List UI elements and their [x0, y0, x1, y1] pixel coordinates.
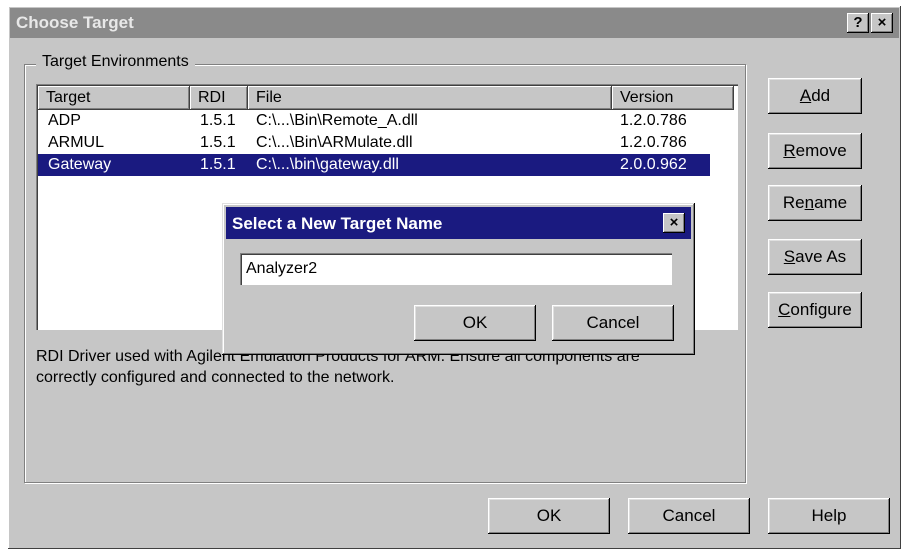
cell-version: 2.0.0.962: [620, 156, 687, 173]
table-row[interactable]: ADP 1.5.1 C:\...\Bin\Remote_A.dll 1.2.0.…: [38, 110, 710, 132]
cell-file: C:\...\Bin\ARMulate.dll: [256, 134, 413, 151]
save-as-accelerator: S: [783, 247, 796, 266]
column-header-file[interactable]: File: [248, 86, 612, 110]
cell-version: 1.2.0.786: [620, 112, 687, 129]
cancel-button[interactable]: Cancel: [628, 498, 750, 534]
rename-accelerator: n: [804, 193, 815, 212]
cell-rdi: 1.5.1: [200, 134, 236, 151]
dialog-close-icon[interactable]: ×: [663, 213, 685, 233]
close-icon[interactable]: ×: [871, 13, 893, 33]
ok-button[interactable]: OK: [488, 498, 610, 534]
column-header-rdi[interactable]: RDI: [190, 86, 248, 110]
window-titlebar[interactable]: Choose Target ? ×: [10, 8, 899, 38]
cell-target: Gateway: [48, 156, 112, 173]
cell-target: ADP: [48, 112, 81, 129]
remove-accelerator: R: [783, 141, 796, 160]
table-row[interactable]: ARMUL 1.5.1 C:\...\Bin\ARMulate.dll 1.2.…: [38, 132, 710, 154]
help-icon[interactable]: ?: [847, 13, 869, 33]
add-button[interactable]: Add: [768, 78, 862, 114]
save-as-label-rest: ave As: [795, 247, 847, 266]
rename-label-rest: ame: [814, 193, 848, 212]
column-header-version[interactable]: Version: [612, 86, 734, 110]
cell-rdi: 1.5.1: [200, 156, 236, 173]
dialog-ok-button[interactable]: OK: [414, 305, 536, 341]
add-label-rest: dd: [811, 86, 831, 105]
rename-button[interactable]: Rename: [768, 185, 862, 221]
group-label: Target Environments: [36, 53, 195, 71]
cell-version: 1.2.0.786: [620, 134, 687, 151]
dialog-title: Select a New Target Name: [232, 214, 443, 233]
description-line-2: correctly configured and connected to th…: [36, 369, 395, 386]
configure-accelerator: C: [778, 300, 791, 319]
cell-target: ARMUL: [48, 134, 105, 151]
save-as-button[interactable]: Save As: [768, 239, 862, 275]
column-header-target[interactable]: Target: [38, 86, 190, 110]
dialog-titlebar[interactable]: Select a New Target Name ×: [226, 207, 691, 239]
dialog-cancel-button[interactable]: Cancel: [552, 305, 674, 341]
cell-file: C:\...\Bin\Remote_A.dll: [256, 112, 418, 129]
cell-rdi: 1.5.1: [200, 112, 236, 129]
list-header: Target RDI File Version: [38, 86, 736, 110]
remove-button[interactable]: Remove: [768, 133, 862, 169]
configure-label-rest: onfigure: [790, 300, 852, 319]
configure-button[interactable]: Configure: [768, 292, 862, 328]
table-row-selected[interactable]: Gateway 1.5.1 C:\...\bin\gateway.dll 2.0…: [38, 154, 710, 176]
rename-label-prefix: Re: [782, 193, 805, 212]
help-button[interactable]: Help: [768, 498, 890, 534]
target-name-input[interactable]: Analyzer2: [240, 253, 672, 285]
cell-file: C:\...\bin\gateway.dll: [256, 156, 399, 173]
add-accelerator: A: [799, 86, 812, 105]
remove-label-rest: emove: [795, 141, 847, 160]
rename-dialog: Select a New Target Name × Analyzer2 OK …: [222, 203, 695, 355]
window-title: Choose Target: [16, 13, 134, 32]
